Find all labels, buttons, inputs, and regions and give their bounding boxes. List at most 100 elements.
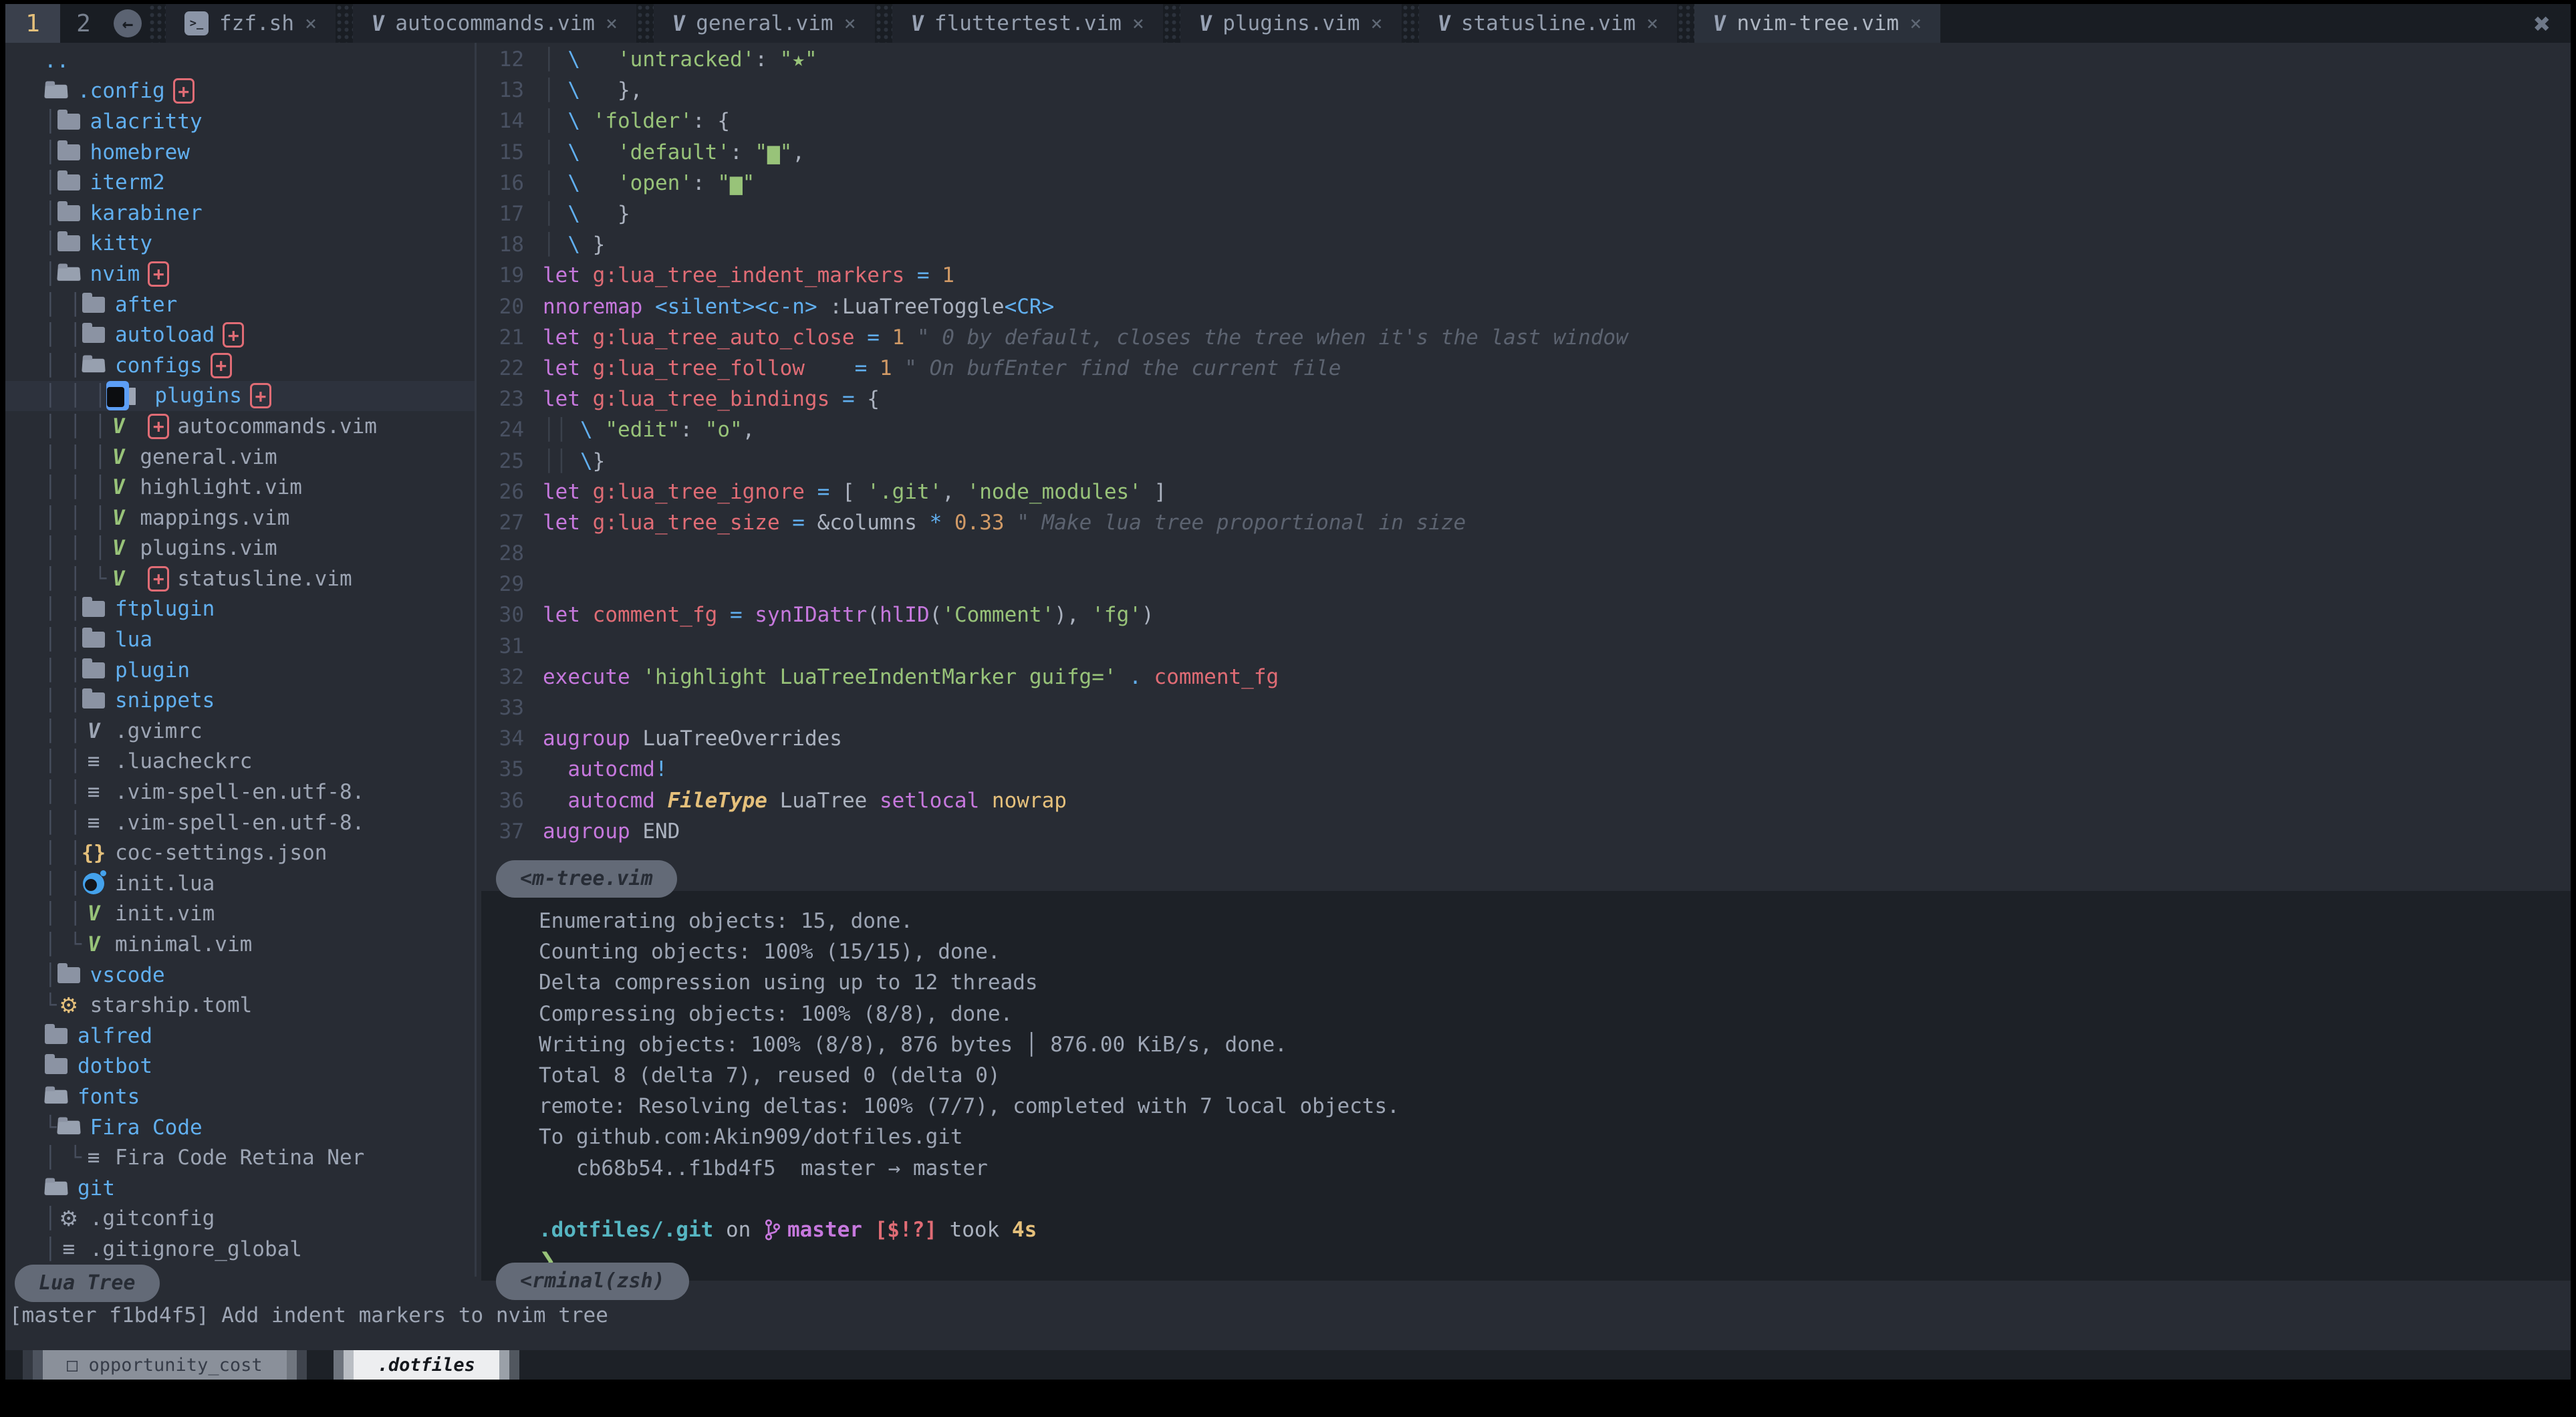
tree-item-nvim[interactable]: │ nvim+ [5, 259, 475, 289]
code-line-29: 29 [481, 569, 2571, 600]
code-line-13: 13│ \ }, [481, 75, 2571, 106]
tab-close-icon[interactable]: × [606, 12, 618, 35]
tab-plugins.vim[interactable]: Vplugins.vim× [1180, 4, 1402, 43]
tab-close-icon[interactable]: × [1646, 12, 1658, 35]
tmux-flank [23, 1350, 33, 1380]
tab-fluttertest.vim[interactable]: Vfluttertest.vim× [892, 4, 1163, 43]
tab-statusline.vim[interactable]: Vstatusline.vim× [1419, 4, 1678, 43]
tree-item-label: coc-settings.json [115, 841, 327, 865]
back-arrow-icon[interactable]: ← [114, 9, 142, 37]
tree-item-mappings.vim[interactable]: │ │ │ Vmappings.vim [5, 503, 475, 533]
tmux-window-number-2[interactable]: 2 [60, 4, 107, 43]
terminal-line: remote: Resolving deltas: 100% (7/7), co… [539, 1091, 2571, 1122]
tab-close-icon[interactable]: × [305, 12, 317, 35]
indent-guide: │ [44, 140, 57, 164]
tab-fzf.sh[interactable]: >_fzf.sh× [166, 4, 336, 43]
tree-item-.luacheckrc[interactable]: │ │ ≡.luacheckrc [5, 747, 475, 777]
tab-nvim-tree.vim[interactable]: Vnvim-tree.vim× [1694, 4, 1940, 43]
tree-item-fonts[interactable]: fonts [5, 1081, 475, 1112]
tab-close-icon[interactable]: × [844, 12, 856, 35]
tree-item-statusline.vim[interactable]: │ │ └ V+statusline.vim [5, 563, 475, 594]
tree-item-after[interactable]: │ │ after [5, 289, 475, 320]
tree-item-.gitignore-global[interactable]: │ ≡.gitignore_global [5, 1234, 475, 1265]
tree-item-snippets[interactable]: │ │ snippets [5, 685, 475, 716]
indent-guide: │ [44, 110, 57, 134]
close-all-icon[interactable]: ✖ [2534, 7, 2571, 40]
tab-close-icon[interactable]: × [1371, 12, 1383, 35]
vim-tabline: 1 2 ← >_fzf.sh×Vautocommands.vim×Vgenera… [5, 4, 2571, 43]
tree-item-minimal.vim[interactable]: │ └ Vminimal.vim [5, 929, 475, 960]
code-text: let g:lua_tree_ignore = [ '.git', 'node_… [543, 480, 1166, 504]
line-number: 15 [481, 140, 543, 164]
tmux-window-.dotfiles[interactable]: .dotfiles [334, 1350, 519, 1380]
tree-item-.config[interactable]: .config+ [5, 76, 475, 107]
tree-item-.gvimrc[interactable]: │ │ V.gvimrc [5, 716, 475, 747]
tab-close-icon[interactable]: × [1910, 12, 1922, 35]
tmux-window-number-1[interactable]: 1 [5, 4, 60, 43]
tree-item-label: .gitconfig [90, 1206, 215, 1231]
code-text: let g:lua_tree_size = &columns * 0.33 " … [543, 511, 1466, 535]
tree-item-Fira-Code-Retina-Ner[interactable]: │ └ ≡Fira Code Retina Ner [5, 1142, 475, 1173]
tree-item-homebrew[interactable]: │ homebrew [5, 137, 475, 168]
code-text: let g:lua_tree_follow = 1 " On bufEnter … [543, 356, 1341, 380]
tree-item-kitty[interactable]: │ kitty [5, 229, 475, 259]
tab-label: autocommands.vim [395, 11, 595, 35]
window-separator[interactable] [475, 43, 477, 1277]
indent-guide: │ │ [44, 841, 82, 865]
tree-item-vscode[interactable]: │ vscode [5, 960, 475, 991]
folder-icon [82, 601, 106, 617]
vim-file-icon: V [106, 414, 130, 438]
line-number: 30 [481, 603, 543, 627]
line-number: 34 [481, 727, 543, 751]
tree-item-label: after [115, 293, 177, 317]
tree-item-.vim-spell-en.utf-8.[interactable]: │ │ ≡.vim-spell-en.utf-8. [5, 777, 475, 807]
tree-item-ftplugin[interactable]: │ │ ftplugin [5, 594, 475, 625]
line-number: 13 [481, 78, 543, 102]
tree-item-label: fonts [78, 1085, 140, 1109]
tab-close-icon[interactable]: × [1132, 12, 1144, 35]
terminal-split[interactable]: Enumerating objects: 15, done.Counting o… [481, 891, 2571, 1281]
indent-guide: │ [44, 1237, 57, 1261]
tree-item-alacritty[interactable]: │ alacritty [5, 106, 475, 137]
tree-item-plugins.vim[interactable]: │ │ │ Vplugins.vim [5, 533, 475, 564]
tree-item-init.vim[interactable]: │ │ Vinit.vim [5, 899, 475, 930]
tree-item-label: ftplugin [115, 597, 215, 621]
tree-item-highlight.vim[interactable]: │ │ │ Vhighlight.vim [5, 472, 475, 503]
tmux-window-label: □ opportunity_cost [43, 1350, 287, 1380]
tree-item-git[interactable]: git [5, 1173, 475, 1204]
indent-guide: │ [44, 201, 57, 225]
json-file-icon: {} [82, 842, 106, 865]
tree-item-..[interactable]: .. [5, 45, 475, 76]
tmux-window-opportunity_cost[interactable]: □ opportunity_cost [23, 1350, 307, 1380]
code-text: autocmd FileType LuaTree setlocal nowrap [543, 789, 1067, 813]
tree-item-starship.toml[interactable]: └ ⚙starship.toml [5, 990, 475, 1021]
tree-item-coc-settings.json[interactable]: │ │ {} coc-settings.json [5, 838, 475, 868]
tree-item-karabiner[interactable]: │ karabiner [5, 198, 475, 229]
tree-item-lua[interactable]: │ │ lua [5, 624, 475, 655]
tmux-status-bar: □ opportunity_cost .dotfiles [5, 1350, 2571, 1380]
tree-item-plugin[interactable]: │ │ plugin [5, 655, 475, 686]
tree-item-Fira-Code[interactable]: └ Fira Code [5, 1112, 475, 1143]
tree-item-general.vim[interactable]: │ │ │ Vgeneral.vim [5, 442, 475, 473]
editor-buffer[interactable]: 12│ \ 'untracked': "★"13│ \ },14│ \ 'fol… [481, 43, 2571, 891]
line-number: 35 [481, 757, 543, 781]
tree-item-label: .. [44, 49, 69, 73]
tree-item-autocommands.vim[interactable]: │ │ │ V+autocommands.vim [5, 411, 475, 442]
tab-general.vim[interactable]: Vgeneral.vim× [654, 4, 875, 43]
tab-autocommands.vim[interactable]: Vautocommands.vim× [353, 4, 636, 43]
tree-item-plugins[interactable]: │ │ │ plugins+ [5, 381, 475, 412]
folder-icon [57, 205, 81, 221]
line-number: 12 [481, 47, 543, 72]
tree-item-autoload[interactable]: │ │ autoload+ [5, 319, 475, 350]
tree-item-init.lua[interactable]: │ │ init.lua [5, 868, 475, 899]
tree-item-.gitconfig[interactable]: │ ⚙.gitconfig [5, 1204, 475, 1235]
tree-item-dotbot[interactable]: dotbot [5, 1051, 475, 1082]
tree-item-iterm2[interactable]: │ iterm2 [5, 167, 475, 198]
tree-item-alfred[interactable]: alfred [5, 1021, 475, 1051]
tab-label: statusline.vim [1461, 11, 1636, 35]
tree-item-label: .gitignore_global [90, 1237, 302, 1261]
tree-item-label: .config [78, 79, 165, 103]
vim-file-icon: V [82, 932, 106, 956]
tree-item-configs[interactable]: │ │ configs+ [5, 350, 475, 381]
tree-item-.vim-spell-en.utf-8.[interactable]: │ │ ≡.vim-spell-en.utf-8. [5, 807, 475, 838]
